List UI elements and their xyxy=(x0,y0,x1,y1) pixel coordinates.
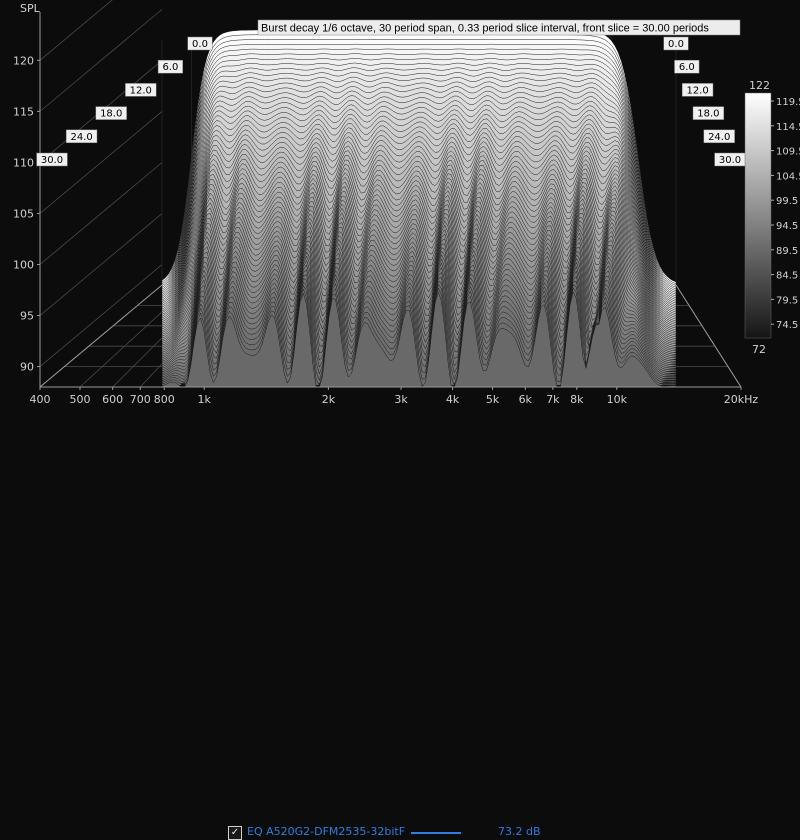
colorbar-tick-label: 84.5 xyxy=(776,271,798,282)
colorbar-max-label: 122 xyxy=(749,79,770,92)
time-tick-label: 30.0 xyxy=(41,155,63,166)
time-tick-label: 18.0 xyxy=(697,109,719,120)
colorbar-tick-label: 104.5 xyxy=(776,171,800,182)
colorbar-tick-label: 119.5 xyxy=(776,97,800,108)
x-tick-label: 500 xyxy=(69,393,90,406)
time-tick-label: 24.0 xyxy=(70,132,92,143)
y-tick-label: 115 xyxy=(13,105,34,118)
x-tick-label: 6k xyxy=(519,393,533,406)
time-tick-label: 24.0 xyxy=(708,132,730,143)
colorbar-tick-label: 89.5 xyxy=(776,246,798,257)
time-tick-label: 18.0 xyxy=(100,109,122,120)
colorbar-tick-label: 109.5 xyxy=(776,147,800,158)
legend-series-value: 73.2 dB xyxy=(498,825,541,838)
colorbar: 122 72 119.5 114.5 109.5 104.5 99.5 94.5 89.5 8… xyxy=(744,79,800,356)
colorbar-gradient xyxy=(744,92,772,339)
title-box: Burst decay 1/6 octave, 30 period span, … xyxy=(257,19,741,36)
time-tick-label: 6.0 xyxy=(162,62,178,73)
x-tick-label: 7k xyxy=(546,393,560,406)
wall-grid-line xyxy=(39,264,163,367)
y-tick-label: 120 xyxy=(13,54,34,67)
x-tick-label: 5k xyxy=(486,393,500,406)
colorbar-tick-label: 99.5 xyxy=(776,196,798,207)
chart-title: Burst decay 1/6 octave, 30 period span, … xyxy=(261,23,709,35)
y-tick-label: 95 xyxy=(20,310,34,323)
time-tick-label: 12.0 xyxy=(130,85,152,96)
colorbar-tick-label: 79.5 xyxy=(776,295,798,306)
colorbar-tick-label: 74.5 xyxy=(776,320,798,331)
x-tick-label: 400 xyxy=(30,393,51,406)
time-tick-label: 30.0 xyxy=(719,155,741,166)
colorbar-min-label: 72 xyxy=(752,343,766,356)
x-tick-label: 3k xyxy=(394,393,408,406)
time-tick-label: 0.0 xyxy=(668,39,684,50)
time-tick-label: 12.0 xyxy=(686,85,708,96)
legend-line-swatch xyxy=(411,832,461,834)
time-tick-label: 0.0 xyxy=(192,39,208,50)
colorbar-tick-label: 114.5 xyxy=(776,122,800,133)
x-tick-label: 1k xyxy=(198,393,212,406)
y-tick-label: 110 xyxy=(13,156,34,169)
x-tick-label: 600 xyxy=(102,393,123,406)
time-tick-label: 6.0 xyxy=(679,62,695,73)
x-tick-label: 20kHz xyxy=(724,393,759,406)
x-tick-label: 700 xyxy=(130,393,151,406)
x-tick-label: 800 xyxy=(154,393,175,406)
y-tick-label: 90 xyxy=(20,361,34,374)
legend-series-name[interactable]: EQ A520G2-DFM2535-32bitF xyxy=(247,825,405,838)
x-tick-label: 10k xyxy=(607,393,628,406)
x-tick-label: 8k xyxy=(570,393,584,406)
x-tick-label: 2k xyxy=(322,393,336,406)
wall-grid-line xyxy=(39,162,163,265)
colorbar-tick-label: 94.5 xyxy=(776,221,798,232)
waterfall-chart: 90 95 100 105 110 115 120 400 500 600 700 800 1k 2k 3k… xyxy=(13,0,800,406)
x-tick-label: 4k xyxy=(446,393,460,406)
y-tick-label: 105 xyxy=(13,207,34,220)
waterfall-surface xyxy=(161,29,677,388)
legend: ✓ EQ A520G2-DFM2535-32bitF 73.2 dB xyxy=(0,412,800,840)
y-axis-label: SPL xyxy=(20,2,41,15)
legend-checkbox[interactable]: ✓ xyxy=(228,826,242,840)
right-depth-axis xyxy=(675,284,742,388)
wall-grid-line xyxy=(39,0,113,61)
y-tick-label: 100 xyxy=(13,259,34,272)
